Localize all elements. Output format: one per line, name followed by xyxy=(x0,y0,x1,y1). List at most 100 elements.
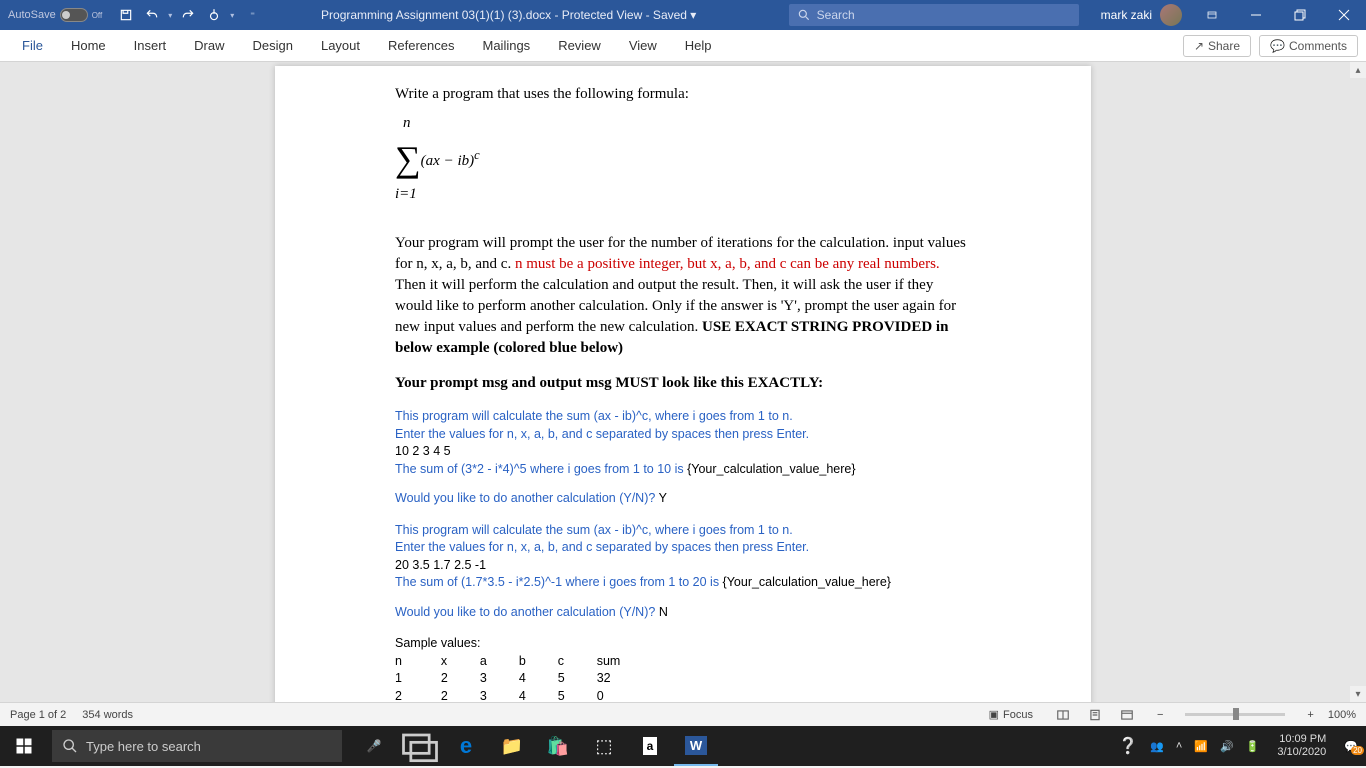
tab-help[interactable]: Help xyxy=(671,32,726,59)
ex2-line5b: N xyxy=(659,605,668,619)
read-mode-icon[interactable] xyxy=(1047,703,1079,727)
tab-references[interactable]: References xyxy=(374,32,468,59)
search-box[interactable]: Search xyxy=(789,4,1079,26)
document-title: Programming Assignment 03(1)(1) (3).docx… xyxy=(261,8,789,22)
edge-icon[interactable]: e xyxy=(444,726,488,766)
tab-file[interactable]: File xyxy=(8,32,57,59)
zoom-out-button[interactable]: − xyxy=(1151,709,1169,721)
zoom-level[interactable]: 100% xyxy=(1328,709,1356,721)
tab-view[interactable]: View xyxy=(615,32,671,59)
clock[interactable]: 10:09 PM 3/10/2020 xyxy=(1271,733,1332,759)
store-icon[interactable]: 🛍️ xyxy=(536,726,580,766)
th-x: x xyxy=(441,653,480,671)
notification-icon[interactable]: 💬20 xyxy=(1344,740,1358,753)
autosave-toggle[interactable]: AutoSave Off xyxy=(0,8,110,22)
battery-icon[interactable]: 🔋 xyxy=(1246,740,1260,753)
qat-customize-icon[interactable]: ⁼ xyxy=(250,10,255,21)
comments-button[interactable]: 💬 Comments xyxy=(1259,35,1358,57)
file-explorer-icon[interactable]: 📁 xyxy=(490,726,534,766)
minimize-button[interactable] xyxy=(1234,0,1278,30)
close-button[interactable] xyxy=(1322,0,1366,30)
tab-layout[interactable]: Layout xyxy=(307,32,374,59)
taskbar-search[interactable]: Type here to search xyxy=(52,730,342,762)
formula-sup: c xyxy=(474,148,480,162)
maximize-button[interactable] xyxy=(1278,0,1322,30)
undo-dropdown-icon[interactable]: ▾ xyxy=(168,11,172,20)
undo-icon[interactable] xyxy=(142,5,162,25)
quick-access-toolbar: ▾ ▾ ⁼ xyxy=(110,5,261,25)
th-a: a xyxy=(480,653,519,671)
amazon-icon[interactable]: a xyxy=(628,726,672,766)
dropbox-icon[interactable]: ⬚ xyxy=(582,726,626,766)
window-controls xyxy=(1234,0,1366,30)
tab-review[interactable]: Review xyxy=(544,32,615,59)
tray-chevron-icon[interactable]: ˄ xyxy=(1176,740,1182,752)
ex1-line3: 10 2 3 4 5 xyxy=(395,443,971,461)
print-layout-icon[interactable] xyxy=(1079,703,1111,727)
title-bar: AutoSave Off ▾ ▾ ⁼ Programming Assignmen… xyxy=(0,0,1366,30)
th-sum: sum xyxy=(597,653,653,671)
zoom-in-button[interactable]: + xyxy=(1301,709,1319,721)
wifi-icon[interactable]: 📶 xyxy=(1194,740,1208,753)
start-button[interactable] xyxy=(0,726,48,766)
save-icon[interactable] xyxy=(116,5,136,25)
share-label: Share xyxy=(1208,39,1240,53)
sigma-icon: ∑ xyxy=(395,134,421,184)
avatar xyxy=(1160,4,1182,26)
touch-dropdown-icon[interactable]: ▾ xyxy=(230,11,234,20)
ex1-line4a: The sum of (3*2 - i*4)^5 where i goes fr… xyxy=(395,462,687,476)
ex2-line4b: {Your_calculation_value_here} xyxy=(723,575,891,589)
web-layout-icon[interactable] xyxy=(1111,703,1143,727)
tab-draw[interactable]: Draw xyxy=(180,32,238,59)
touch-mode-icon[interactable] xyxy=(204,5,224,25)
instruction-line-1: Write a program that uses the following … xyxy=(395,84,971,105)
people-icon[interactable]: 👥 xyxy=(1150,740,1164,753)
tab-home[interactable]: Home xyxy=(57,32,120,59)
volume-icon[interactable]: 🔊 xyxy=(1220,740,1234,753)
document-area[interactable]: ▴ ▾ Write a program that uses the follow… xyxy=(0,62,1366,702)
autosave-label: AutoSave xyxy=(8,9,56,21)
help-icon[interactable]: ❔ xyxy=(1118,736,1138,756)
sample-values-block: Sample values: n x a b c sum 1234532 223… xyxy=(395,635,971,702)
word-icon[interactable]: W xyxy=(674,726,718,766)
zoom-slider[interactable] xyxy=(1185,713,1285,716)
toggle-switch[interactable] xyxy=(60,8,88,22)
zoom-thumb[interactable] xyxy=(1233,708,1239,720)
exact-prompt-heading: Your prompt msg and output msg MUST look… xyxy=(395,375,823,391)
formula-i1: i=1 xyxy=(395,184,417,205)
formula-body: (ax − ib) xyxy=(421,153,474,169)
share-icon: ↗ xyxy=(1194,39,1204,53)
sample-table: n x a b c sum 1234532 223450 102222820 xyxy=(395,653,652,702)
share-button[interactable]: ↗ Share xyxy=(1183,35,1251,57)
table-row: 1234532 xyxy=(395,670,652,688)
formula: n ∑ (ax − ib)c i=1 xyxy=(395,105,971,219)
comment-icon: 💬 xyxy=(1270,39,1285,53)
ex1-line2: Enter the values for n, x, a, b, and c s… xyxy=(395,426,971,444)
table-header-row: n x a b c sum xyxy=(395,653,652,671)
user-info[interactable]: mark zaki xyxy=(1093,4,1190,26)
tab-insert[interactable]: Insert xyxy=(120,32,181,59)
ex2-line3: 20 3.5 1.7 2.5 -1 xyxy=(395,557,971,575)
word-count[interactable]: 354 words xyxy=(82,709,133,721)
tab-design[interactable]: Design xyxy=(239,32,307,59)
th-c: c xyxy=(558,653,597,671)
task-view-icon[interactable] xyxy=(398,726,442,766)
instruction-paragraph: Your program will prompt the user for th… xyxy=(395,233,971,359)
ribbon-display-icon[interactable] xyxy=(1190,0,1234,30)
focus-mode-button[interactable]: ▣Focus xyxy=(983,706,1039,723)
ex2-line1: This program will calculate the sum (ax … xyxy=(395,522,971,540)
scroll-down-icon[interactable]: ▾ xyxy=(1350,686,1366,702)
clock-time: 10:09 PM xyxy=(1277,733,1326,746)
page-indicator[interactable]: Page 1 of 2 xyxy=(10,709,66,721)
ribbon-tabs: File Home Insert Draw Design Layout Refe… xyxy=(0,30,1366,62)
scroll-up-icon[interactable]: ▴ xyxy=(1350,62,1366,78)
redo-icon[interactable] xyxy=(178,5,198,25)
comments-label: Comments xyxy=(1289,39,1347,53)
search-placeholder: Search xyxy=(817,8,855,22)
tab-mailings[interactable]: Mailings xyxy=(469,32,545,59)
example-block-1: This program will calculate the sum (ax … xyxy=(395,408,971,508)
ex1-line5a: Would you like to do another calculation… xyxy=(395,491,659,505)
mic-icon[interactable]: 🎤 xyxy=(352,726,396,766)
autosave-state: Off xyxy=(92,11,103,20)
notif-badge: 20 xyxy=(1351,746,1364,755)
